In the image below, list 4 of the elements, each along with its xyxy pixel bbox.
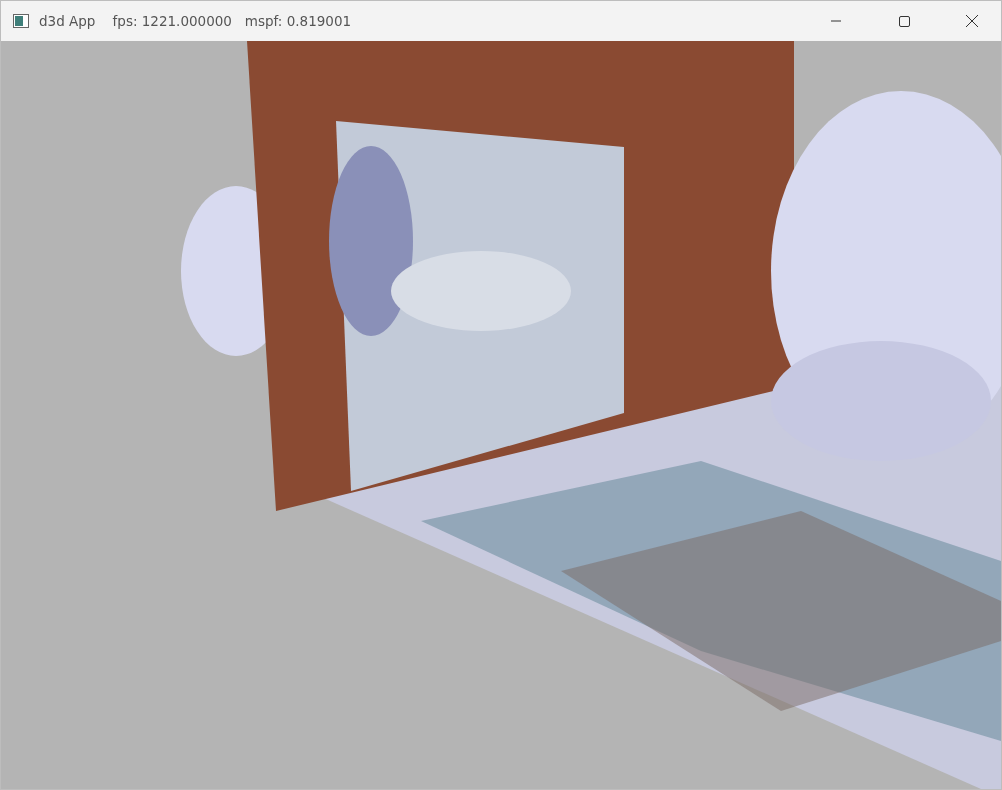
app-icon bbox=[13, 14, 29, 28]
close-icon bbox=[966, 15, 978, 27]
window-title: d3d App fps: 1221.000000 mspf: 0.819001 bbox=[39, 13, 353, 29]
maximize-icon bbox=[898, 15, 910, 27]
